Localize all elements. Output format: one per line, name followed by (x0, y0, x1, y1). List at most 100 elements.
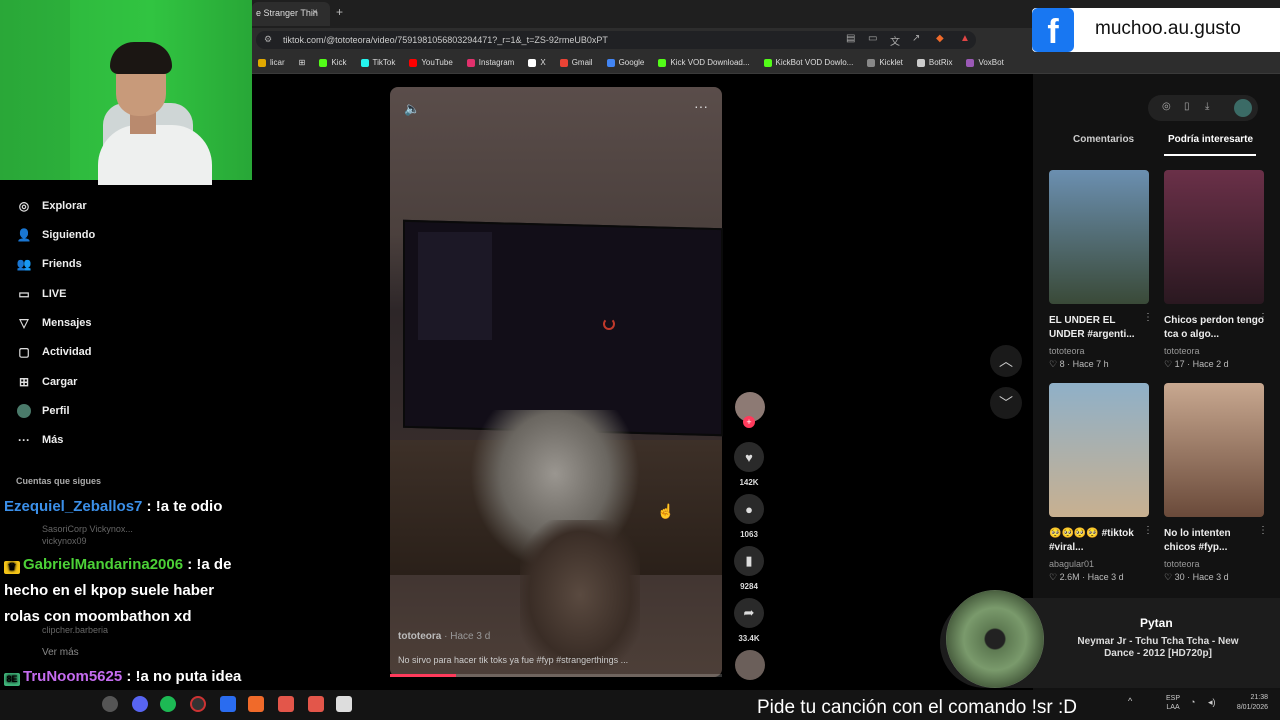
next-video-button[interactable]: ﹀ (990, 387, 1022, 419)
bookmark-item[interactable]: TikTok (360, 58, 395, 67)
brave-shield-icon[interactable]: ◆ (936, 33, 944, 44)
bookmark-item[interactable]: Kick VOD Download... (658, 58, 750, 67)
download-icon[interactable]: ⤓ (1205, 101, 1209, 112)
tab-close-icon[interactable]: × (312, 7, 318, 18)
chat-message: ♛ GabrielMandarina2006 : !a de hecho en e… (4, 552, 249, 630)
comment-count: 1063 (740, 530, 758, 539)
sidebar-item-siguiendo[interactable]: 👤 Siguiendo (16, 225, 96, 245)
following-account[interactable]: vickynox09 (42, 536, 87, 546)
card-author: tototeora (1164, 346, 1200, 356)
kick-icon (763, 58, 772, 67)
video-scene-legs (520, 520, 640, 670)
translate-icon[interactable]: 文 (890, 33, 900, 48)
brave-icon[interactable] (308, 696, 324, 712)
brave-rewards-icon[interactable]: ▲ (960, 33, 970, 44)
previous-video-button[interactable]: ︿ (990, 345, 1022, 377)
friends-icon: 👥 (16, 257, 32, 271)
see-more-link[interactable]: Ver más (42, 647, 79, 658)
volume-icon[interactable]: 🔈 (404, 101, 420, 117)
bookmark-item[interactable]: YouTube (409, 58, 453, 67)
share-button[interactable]: ➦ 33.4K (733, 598, 765, 643)
card-more-icon[interactable]: ⋮ (1143, 312, 1153, 323)
video-more-icon[interactable]: ··· (694, 98, 708, 114)
discord-icon[interactable] (132, 696, 148, 712)
like-button[interactable]: ♥ 142K (733, 442, 765, 487)
webcam-person-body (98, 125, 212, 185)
bookmark-apps-icon[interactable]: ⊞ (299, 58, 306, 67)
file-icon[interactable] (336, 696, 352, 712)
follow-plus-icon[interactable]: + (743, 416, 755, 428)
reader-icon[interactable]: ▤ (846, 33, 855, 44)
sidebar-item-actividad[interactable]: ▢ Actividad (16, 342, 91, 362)
bookmark-item[interactable]: X (528, 58, 546, 67)
card-more-icon[interactable]: ⋮ (1143, 525, 1153, 536)
bookmark-item[interactable]: BotRix (916, 58, 952, 67)
language-indicator[interactable]: ESP LAA (1166, 694, 1180, 712)
obs-icon[interactable] (190, 696, 206, 712)
youtube-icon (409, 58, 418, 67)
brave-icon[interactable] (278, 696, 294, 712)
phone-icon[interactable]: ▯ (1184, 101, 1190, 112)
sidebar-item-mas[interactable]: ··· Más (16, 430, 63, 450)
screen-icon[interactable]: ▭ (868, 33, 877, 44)
system-clock[interactable]: 21:38 8/01/2026 (1226, 693, 1268, 713)
following-account[interactable]: SasoriCorp Vickynox... (42, 524, 133, 534)
taskbar-app-icon[interactable] (102, 696, 118, 712)
video-author[interactable]: tototeora · Hace 3 d (398, 631, 490, 642)
recommended-video-card[interactable]: 🥺🥺🥺🥺 #tiktok #viral... abagular01 ♡ 2.6M… (1049, 383, 1153, 583)
recommended-video-card[interactable]: EL UNDER EL UNDER #argenti... tototeora … (1049, 170, 1153, 370)
x-icon (528, 58, 537, 67)
spotify-icon[interactable] (160, 696, 176, 712)
share-icon[interactable]: ↗ (912, 33, 920, 44)
bookmark-item[interactable]: Instagram (466, 58, 514, 67)
recommended-video-card[interactable]: No lo intenten chicos #fyp... tototeora … (1164, 383, 1268, 583)
instagram-icon (466, 58, 475, 67)
sidebar-item-explorar[interactable]: ◎ Explorar (16, 196, 87, 216)
comment-button[interactable]: ● 1063 (733, 494, 765, 539)
compass-small-icon[interactable]: ◎ (1162, 101, 1171, 112)
bookmark-item[interactable]: licar (258, 58, 285, 67)
sidebar-item-perfil[interactable]: Perfil (16, 401, 70, 421)
site-info-icon[interactable]: ⚙ (264, 34, 272, 45)
user-avatar[interactable] (1234, 99, 1252, 117)
new-tab-button[interactable]: + (336, 5, 343, 19)
sound-disc-icon[interactable] (735, 650, 765, 680)
following-heading: Cuentas que sigues (16, 476, 102, 486)
wifi-icon[interactable]: ◔ (1190, 697, 1195, 707)
bookmark-item[interactable]: KickBot VOD Dowlo... (763, 58, 853, 67)
card-more-icon[interactable]: ⋮ (1258, 312, 1268, 323)
vscode-icon[interactable] (220, 696, 236, 712)
bookmark-item[interactable]: Kicklet (867, 58, 903, 67)
bookmark-item[interactable]: Gmail (559, 58, 593, 67)
browser-tab[interactable]: e Stranger Thin (252, 2, 330, 26)
bookmark-item[interactable]: Kick (319, 58, 347, 67)
sidebar-item-cargar[interactable]: ⊞ Cargar (16, 372, 78, 392)
volume-tray-icon[interactable]: ◂) (1208, 697, 1216, 708)
bookmark-icon: ▮ (734, 546, 764, 576)
bookmark-item[interactable]: Google (606, 58, 644, 67)
chat-message: Ezequiel_Zeballos7 : !a te odio (4, 494, 249, 520)
messages-icon: ▽ (19, 316, 29, 330)
save-button[interactable]: ▮ 9284 (733, 546, 765, 591)
card-more-icon[interactable]: ⋮ (1258, 525, 1268, 536)
kick-icon (319, 58, 328, 67)
tab-podria-interesarte[interactable]: Podría interesarte (1168, 134, 1253, 145)
tab-comentarios[interactable]: Comentarios (1073, 134, 1134, 145)
video-caption: No sirvo para hacer tik toks ya fue #fyp… (398, 655, 629, 665)
url-text: tiktok.com/@tototeora/video/759198105680… (283, 35, 608, 45)
stream-bottom-message: Pide tu canción con el comando !sr :D (757, 697, 1078, 718)
facebook-handle: muchoo.au.gusto (1095, 18, 1241, 39)
sidebar-item-mensajes[interactable]: ▽ Mensajes (16, 313, 91, 333)
sidebar-item-live[interactable]: ▭ LIVE (16, 284, 66, 304)
chat-text: : !a te odio (142, 498, 223, 515)
more-icon: ··· (18, 433, 30, 447)
sidebar-item-friends[interactable]: 👥 Friends (16, 254, 82, 274)
tray-chevron-icon[interactable]: ^ (1128, 696, 1132, 706)
screen: e Stranger Thin × + ⚙ tiktok.com/@totote… (0, 0, 1280, 720)
recommended-video-card[interactable]: Chicos perdon tengo tca o algo... totote… (1164, 170, 1268, 370)
card-title: EL UNDER EL UNDER #argenti... (1049, 315, 1135, 340)
bookmark-item[interactable]: VoxBot (966, 58, 1004, 67)
brave-icon[interactable] (248, 696, 264, 712)
chevron-down-icon: ﹀ (999, 395, 1013, 411)
video-scene-tv-keyboard (418, 232, 492, 340)
